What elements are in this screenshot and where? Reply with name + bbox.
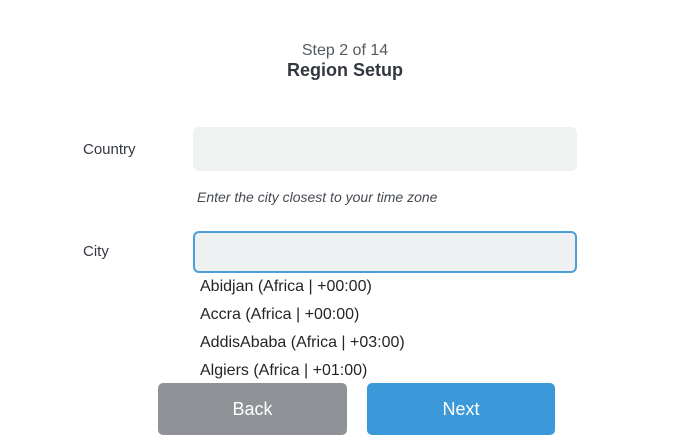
- back-button[interactable]: Back: [158, 383, 347, 435]
- page-title: Region Setup: [287, 60, 403, 80]
- country-label: Country: [83, 141, 136, 158]
- next-button[interactable]: Next: [367, 383, 555, 435]
- step-indicator: Step 2 of 14: [301, 42, 389, 59]
- header: Step 2 of 14 Region Setup: [0, 42, 690, 80]
- city-label: City: [83, 243, 109, 260]
- city-option[interactable]: Abidjan (Africa | +00:00): [193, 273, 570, 301]
- city-hint: Enter the city closest to your time zone: [197, 189, 438, 205]
- city-field[interactable]: [193, 231, 577, 273]
- country-input[interactable]: [193, 127, 577, 171]
- city-option[interactable]: Accra (Africa | +00:00): [193, 301, 570, 329]
- city-option[interactable]: Algiers (Africa | +01:00): [193, 357, 570, 383]
- country-field[interactable]: [193, 127, 577, 171]
- top-bar: [0, 0, 690, 10]
- city-input[interactable]: [195, 233, 575, 271]
- city-dropdown-list[interactable]: Abidjan (Africa | +00:00) Accra (Africa …: [193, 273, 570, 383]
- city-option[interactable]: AddisAbaba (Africa | +03:00): [193, 329, 570, 357]
